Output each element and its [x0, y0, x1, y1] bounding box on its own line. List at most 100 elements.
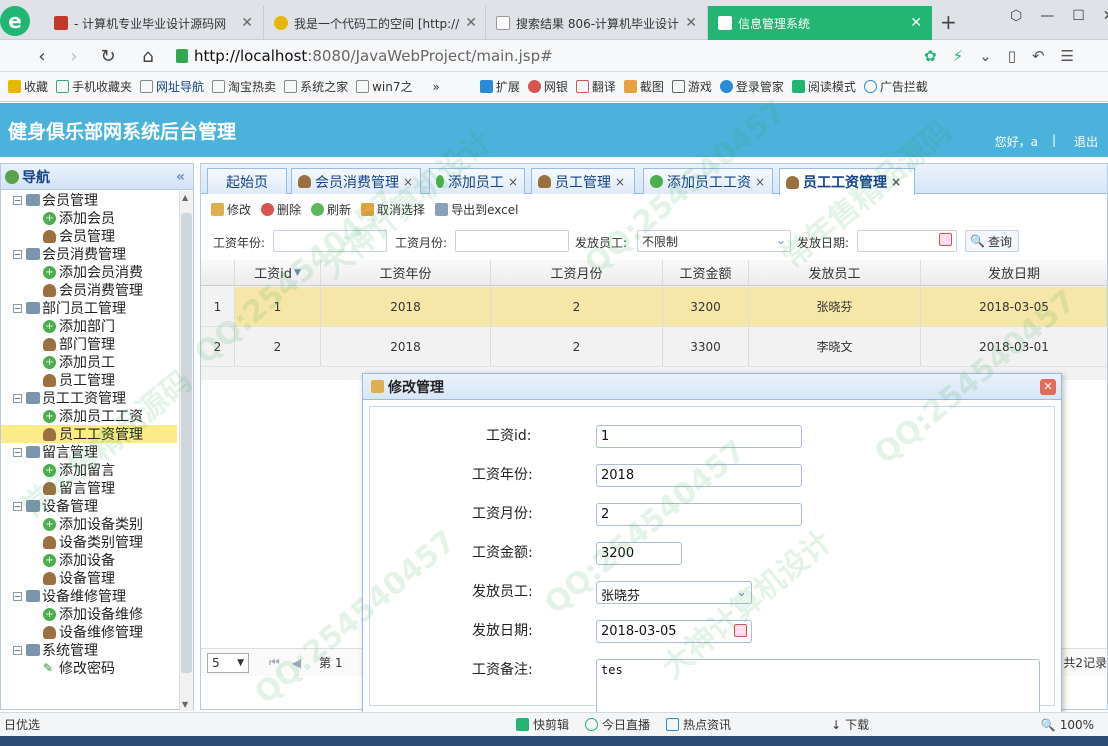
- field-employee-select[interactable]: 张晓芬 ⌄: [596, 581, 752, 604]
- sidebar-item[interactable]: + 添加员工: [1, 353, 177, 371]
- collapse-toggle-icon[interactable]: −: [13, 393, 22, 403]
- status-zoom[interactable]: 🔍 100%: [1041, 718, 1094, 732]
- sidebar-item[interactable]: 设备类别管理: [1, 533, 177, 551]
- grid-header-amount[interactable]: 工资金额: [663, 260, 749, 285]
- sidebar-group[interactable]: − 设备管理: [1, 497, 177, 515]
- collapse-toggle-icon[interactable]: −: [13, 249, 22, 259]
- grid-header-date[interactable]: 发放日期: [921, 260, 1107, 285]
- status-download[interactable]: ↓ 下载: [831, 716, 869, 733]
- dialog-close-button[interactable]: ✕: [1040, 379, 1056, 395]
- tab-add-salary[interactable]: 添加员工工资 ×: [643, 168, 773, 194]
- collapse-toggle-icon[interactable]: −: [13, 645, 22, 655]
- collapse-toggle-icon[interactable]: −: [13, 303, 22, 313]
- undo-icon[interactable]: ↶: [1032, 47, 1045, 65]
- reload-icon[interactable]: ↻: [96, 44, 120, 68]
- status-news[interactable]: 热点资讯: [666, 716, 731, 733]
- tab-home[interactable]: 起始页: [207, 168, 287, 194]
- ext-bank[interactable]: 网银: [527, 78, 568, 95]
- browser-tab-3[interactable]: 搜索结果 806-计算机毕业设计 ✕: [486, 6, 708, 40]
- close-tab-icon[interactable]: ×: [615, 175, 625, 189]
- field-month-input[interactable]: 2: [596, 503, 802, 526]
- sidebar-item[interactable]: + 添加设备类别: [1, 515, 177, 533]
- sidebar-group[interactable]: − 留言管理: [1, 443, 177, 461]
- home-icon[interactable]: ⌂: [136, 44, 160, 68]
- sidebar-item[interactable]: 会员管理: [1, 227, 177, 245]
- ext-login[interactable]: 登录管家: [719, 78, 784, 95]
- sidebar-group[interactable]: − 会员消费管理: [1, 245, 177, 263]
- refresh-green-icon[interactable]: ✿: [924, 47, 937, 65]
- lightning-icon[interactable]: ⚡: [953, 47, 964, 65]
- sidebar-item[interactable]: 部门管理: [1, 335, 177, 353]
- close-tab-icon[interactable]: ×: [403, 175, 413, 189]
- grid-header-id[interactable]: 工资id ▼: [235, 260, 321, 285]
- dropdown-icon[interactable]: ⌄: [979, 47, 992, 65]
- sidebar-group[interactable]: − 设备维修管理: [1, 587, 177, 605]
- skin-icon[interactable]: ⬡: [1010, 8, 1022, 24]
- sidebar-item[interactable]: 员工工资管理: [1, 425, 177, 443]
- scroll-thumb[interactable]: [181, 213, 192, 673]
- status-live[interactable]: 今日直播: [585, 716, 650, 733]
- close-tab-icon[interactable]: ×: [755, 175, 765, 189]
- scroll-down-icon[interactable]: ▼: [182, 700, 188, 709]
- tab-add-employee[interactable]: 添加员工 ×: [429, 168, 525, 194]
- bookmark-taobao[interactable]: 淘宝热卖: [212, 78, 276, 95]
- browser-tab-active[interactable]: 信息管理系统 ✕: [708, 6, 932, 40]
- sidebar-group[interactable]: − 员工工资管理: [1, 389, 177, 407]
- cancel-select-button[interactable]: 取消选择: [361, 201, 425, 218]
- scroll-up-icon[interactable]: ▲: [182, 193, 188, 202]
- sidebar-group[interactable]: − 系统管理: [1, 641, 177, 659]
- sidebar-item[interactable]: 会员消费管理: [1, 281, 177, 299]
- sidebar-item[interactable]: 员工管理: [1, 371, 177, 389]
- field-remark-textarea[interactable]: tes: [596, 659, 1040, 719]
- close-window-icon[interactable]: ✕: [1103, 8, 1108, 24]
- browser-tab-2[interactable]: 我是一个代码工的空间 [http:// ✕: [264, 6, 486, 40]
- filter-employee-select[interactable]: 不限制 ⌄: [637, 230, 791, 252]
- back-icon[interactable]: ‹: [30, 44, 54, 68]
- edit-button[interactable]: 修改: [211, 201, 251, 218]
- collapse-toggle-icon[interactable]: −: [13, 447, 22, 457]
- field-amount-input[interactable]: 3200: [596, 542, 682, 565]
- maximize-icon[interactable]: ☐: [1072, 8, 1085, 24]
- grid-header-year[interactable]: 工资年份: [321, 260, 491, 285]
- sidebar-item[interactable]: + 添加设备: [1, 551, 177, 569]
- bookmark-nav[interactable]: 网址导航: [140, 78, 204, 95]
- ext-expand[interactable]: 扩展: [479, 78, 520, 95]
- tab-employee-manage[interactable]: 员工管理 ×: [531, 168, 635, 194]
- minimize-icon[interactable]: —: [1040, 8, 1054, 24]
- close-tab-icon[interactable]: ✕: [241, 15, 253, 31]
- sidebar-item[interactable]: + 添加部门: [1, 317, 177, 335]
- forward-icon[interactable]: ›: [62, 44, 86, 68]
- bookmark-win7[interactable]: win7之: [356, 78, 412, 95]
- sidebar-item[interactable]: 设备管理: [1, 569, 177, 587]
- export-button[interactable]: 导出到excel: [435, 201, 518, 218]
- filter-date-input[interactable]: [857, 230, 957, 252]
- ext-adblock[interactable]: 广告拦截: [863, 78, 928, 95]
- sidebar-group[interactable]: − 会员管理: [1, 191, 177, 209]
- prev-page-icon[interactable]: ◀: [292, 656, 301, 670]
- tab-salary-manage[interactable]: 员工工资管理 ×: [779, 168, 915, 195]
- sidebar-item[interactable]: 留言管理: [1, 479, 177, 497]
- ext-translate[interactable]: 翻译: [575, 78, 616, 95]
- menu-icon[interactable]: ☰: [1061, 47, 1074, 65]
- browser-tab-1[interactable]: - 计算机专业毕业设计源码网 ✕: [44, 6, 264, 40]
- sidebar-scrollbar[interactable]: ▲ ▼: [179, 191, 193, 711]
- close-tab-icon[interactable]: ✕: [685, 15, 697, 31]
- table-row[interactable]: 1 1 2018 2 3200 张晓芬 2018-03-05: [201, 287, 1107, 327]
- collapse-toggle-icon[interactable]: −: [13, 195, 22, 205]
- sidebar-group[interactable]: − 部门员工管理: [1, 299, 177, 317]
- new-tab-button[interactable]: +: [940, 10, 957, 34]
- sidebar-item[interactable]: + 添加会员消费: [1, 263, 177, 281]
- more-bookmarks-icon[interactable]: »: [432, 80, 439, 94]
- field-year-input[interactable]: 2018: [596, 464, 802, 487]
- close-tab-icon[interactable]: ✕: [465, 15, 477, 31]
- ext-screenshot[interactable]: 截图: [623, 78, 664, 95]
- close-tab-icon[interactable]: ×: [508, 175, 518, 189]
- calendar-icon[interactable]: [939, 233, 952, 246]
- refresh-button[interactable]: 刷新: [311, 201, 351, 218]
- filter-month-input[interactable]: [455, 230, 569, 252]
- sidebar-item[interactable]: + 添加留言: [1, 461, 177, 479]
- page-size-select[interactable]: 5 ▼: [207, 652, 249, 673]
- sidebar-item[interactable]: ✎ 修改密码: [1, 659, 177, 677]
- ext-reader[interactable]: 阅读模式: [791, 78, 856, 95]
- calendar-icon[interactable]: [734, 624, 747, 637]
